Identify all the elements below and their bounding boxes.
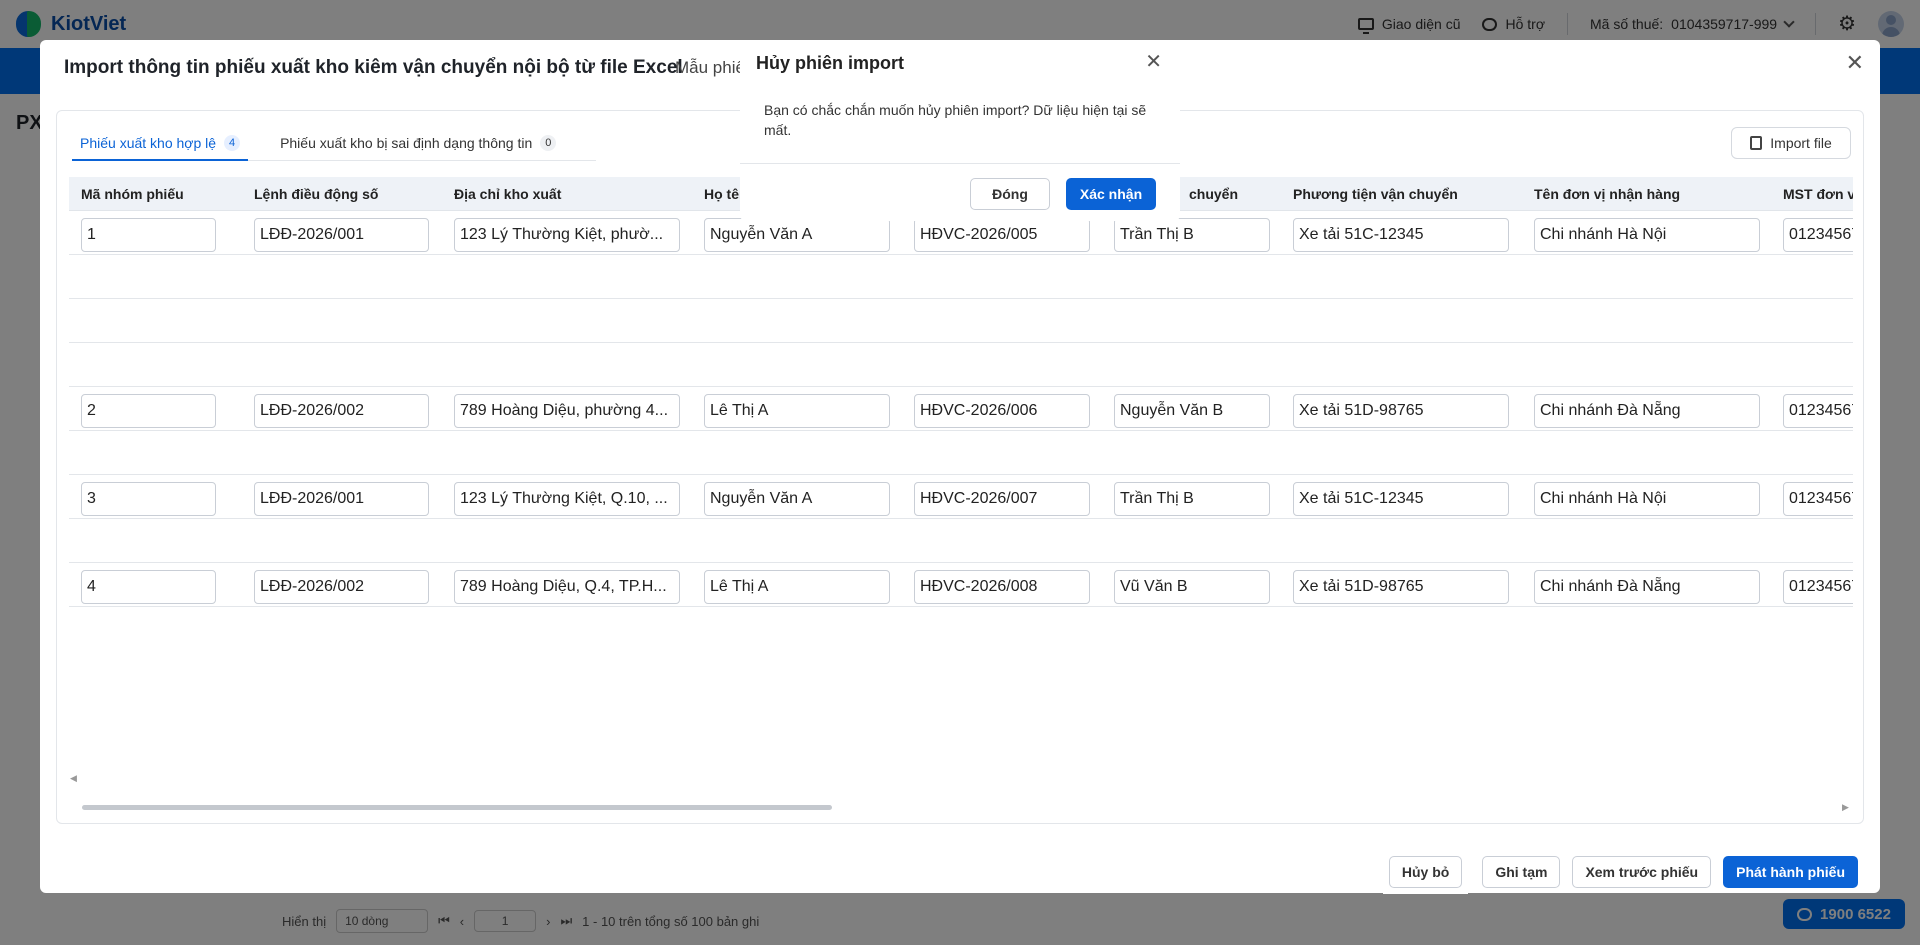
import-file-label: Import file bbox=[1770, 135, 1832, 151]
modal-title: Import thông tin phiếu xuất kho kiêm vận… bbox=[64, 57, 683, 78]
receiver-field[interactable]: Chi nhánh Đà Nẵng bbox=[1534, 570, 1760, 604]
tab-label: Phiếu xuất kho bị sai định dạng thông ti… bbox=[280, 135, 533, 151]
address-field[interactable]: 123 Lý Thường Kiệt, Q.10, ... bbox=[454, 482, 680, 516]
preview-button[interactable]: Xem trước phiếu bbox=[1572, 856, 1712, 888]
template-link[interactable]: Mẫu phiế bbox=[675, 58, 745, 78]
group-field[interactable]: 3 bbox=[81, 482, 216, 516]
table-row-empty bbox=[69, 255, 1853, 299]
name-field[interactable]: Lê Thị A bbox=[704, 570, 890, 604]
col-receiver: Tên đơn vị nhận hàng bbox=[1534, 186, 1681, 202]
horizontal-scrollbar[interactable] bbox=[82, 805, 832, 810]
group-field[interactable]: 1 bbox=[81, 218, 216, 252]
scroll-left-icon[interactable]: ◀ bbox=[70, 773, 77, 784]
table-row-empty bbox=[69, 299, 1853, 343]
table-row: 3 LĐĐ-2026/001 123 Lý Thường Kiệt, Q.10,… bbox=[69, 475, 1853, 519]
scroll-right-icon[interactable]: ▶ bbox=[1842, 802, 1849, 813]
close-icon[interactable]: ✕ bbox=[1846, 52, 1864, 74]
import-table: Mã nhóm phiếu Lệnh điều động số Địa chỉ … bbox=[69, 177, 1853, 797]
divider bbox=[740, 163, 1180, 164]
group-field[interactable]: 2 bbox=[81, 394, 216, 428]
modal-footer: Hủy bỏ Ghi tạm Xem trước phiếu Phát hành… bbox=[1382, 850, 1858, 894]
save-draft-button[interactable]: Ghi tạm bbox=[1482, 856, 1561, 888]
tab-invalid[interactable]: Phiếu xuất kho bị sai định dạng thông ti… bbox=[272, 127, 564, 161]
name-field[interactable]: Lê Thị A bbox=[704, 394, 890, 428]
dialog-title: Hủy phiên import bbox=[756, 53, 904, 73]
import-file-button[interactable]: Import file bbox=[1731, 127, 1851, 159]
carrier-field[interactable]: Vũ Văn B bbox=[1114, 570, 1270, 604]
receiver-field[interactable]: Chi nhánh Đà Nẵng bbox=[1534, 394, 1760, 428]
table-row: 2 LĐĐ-2026/002 789 Hoàng Diệu, phường 4.… bbox=[69, 387, 1853, 431]
col-group: Mã nhóm phiếu bbox=[81, 186, 184, 202]
order-field[interactable]: LĐĐ-2026/001 bbox=[254, 482, 429, 516]
order-field[interactable]: LĐĐ-2026/002 bbox=[254, 394, 429, 428]
col-address: Địa chỉ kho xuất bbox=[454, 186, 562, 202]
receiver-field[interactable]: Chi nhánh Hà Nội bbox=[1534, 482, 1760, 516]
cancel-button-highlight: Hủy bỏ bbox=[1382, 850, 1469, 894]
address-field[interactable]: 789 Hoàng Diệu, phường 4... bbox=[454, 394, 680, 428]
dialog-message: Bạn có chắc chắn muốn hủy phiên import? … bbox=[764, 102, 1147, 138]
carrier-field[interactable]: Trần Thị B bbox=[1114, 482, 1270, 516]
contract-field[interactable]: HĐVC-2026/006 bbox=[914, 394, 1090, 428]
contract-field[interactable]: HĐVC-2026/005 bbox=[914, 218, 1090, 252]
vehicle-field[interactable]: Xe tải 51C-12345 bbox=[1293, 218, 1509, 252]
order-field[interactable]: LĐĐ-2026/002 bbox=[254, 570, 429, 604]
tab-bar: Phiếu xuất kho hợp lệ 4 Phiếu xuất kho b… bbox=[72, 127, 596, 161]
name-field[interactable]: Nguyễn Văn A bbox=[704, 218, 890, 252]
table-row-empty bbox=[69, 519, 1853, 563]
tab-valid[interactable]: Phiếu xuất kho hợp lệ 4 bbox=[72, 127, 249, 161]
address-field[interactable]: 123 Lý Thường Kiệt, phườ... bbox=[454, 218, 680, 252]
tab-count-badge: 4 bbox=[224, 135, 241, 151]
tab-label: Phiếu xuất kho hợp lệ bbox=[80, 135, 217, 151]
publish-button[interactable]: Phát hành phiếu bbox=[1723, 856, 1858, 888]
tax-field[interactable]: 01234567 bbox=[1783, 570, 1853, 604]
close-button[interactable]: Đóng bbox=[970, 178, 1050, 210]
carrier-field[interactable]: Trần Thị B bbox=[1114, 218, 1270, 252]
contract-field[interactable]: HĐVC-2026/008 bbox=[914, 570, 1090, 604]
col-vehicle: Phương tiện vận chuyển bbox=[1293, 186, 1458, 202]
dialog-actions: Đóng Xác nhận bbox=[970, 178, 1156, 210]
col-order: Lệnh điều động số bbox=[254, 186, 379, 202]
close-icon[interactable]: ✕ bbox=[1145, 52, 1162, 72]
vehicle-field[interactable]: Xe tải 51D-98765 bbox=[1293, 394, 1509, 428]
col-tax: MST đơn vị bbox=[1783, 186, 1853, 202]
address-field[interactable]: 789 Hoàng Diệu, Q.4, TP.H... bbox=[454, 570, 680, 604]
order-field[interactable]: LĐĐ-2026/001 bbox=[254, 218, 429, 252]
cancel-import-dialog: Hủy phiên import ✕ Bạn có chắc chắn muốn… bbox=[740, 40, 1180, 221]
table-row-empty bbox=[69, 431, 1853, 475]
tax-field[interactable]: 01234567 bbox=[1783, 482, 1853, 516]
carrier-field[interactable]: Nguyễn Văn B bbox=[1114, 394, 1270, 428]
tax-field[interactable]: 01234567 bbox=[1783, 394, 1853, 428]
cancel-button[interactable]: Hủy bỏ bbox=[1388, 856, 1463, 888]
vehicle-field[interactable]: Xe tải 51D-98765 bbox=[1293, 570, 1509, 604]
file-import-icon bbox=[1750, 136, 1763, 150]
tab-count-badge: 0 bbox=[540, 135, 557, 151]
table-row: 4 LĐĐ-2026/002 789 Hoàng Diệu, Q.4, TP.H… bbox=[69, 563, 1853, 607]
tax-field[interactable]: 01234567 bbox=[1783, 218, 1853, 252]
vehicle-field[interactable]: Xe tải 51C-12345 bbox=[1293, 482, 1509, 516]
receiver-field[interactable]: Chi nhánh Hà Nội bbox=[1534, 218, 1760, 252]
name-field[interactable]: Nguyễn Văn A bbox=[704, 482, 890, 516]
group-field[interactable]: 4 bbox=[81, 570, 216, 604]
col-carrier: chuyển bbox=[1189, 186, 1239, 202]
contract-field[interactable]: HĐVC-2026/007 bbox=[914, 482, 1090, 516]
table-row-empty bbox=[69, 343, 1853, 387]
confirm-button[interactable]: Xác nhận bbox=[1066, 178, 1156, 210]
